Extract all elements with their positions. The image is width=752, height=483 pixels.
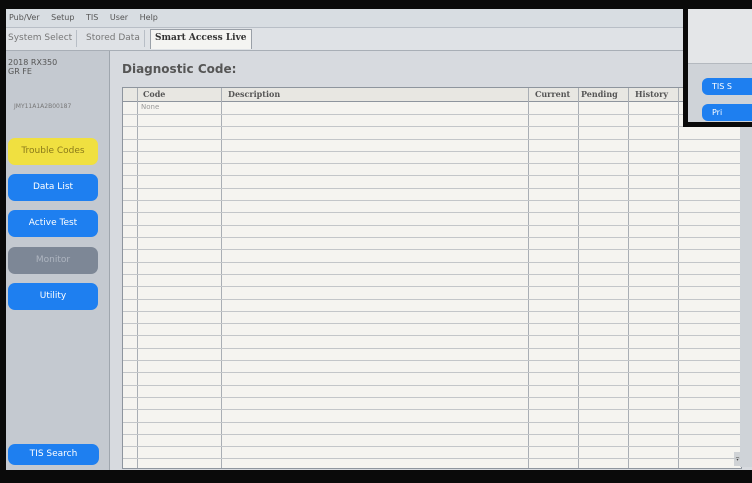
inset-screen: TIS S Pri [688,0,752,122]
monitor-bezel-left [0,0,6,483]
table-row [123,385,741,386]
table-column-line [137,88,138,468]
table-row [123,446,741,447]
active-test-button[interactable]: Active Test [8,210,98,237]
table-column-line [528,88,529,468]
utility-button[interactable]: Utility [8,283,98,310]
table-column-line [578,88,579,468]
table-row [123,262,741,263]
vehicle-info: 2018 RX350 GR FE [8,58,57,76]
menu-bar: Pub/Ver Setup TIS User Help [6,9,752,28]
table-row [123,212,741,213]
vehicle-engine: GR FE [8,67,32,76]
table-row [123,163,741,164]
table-column-line [221,88,222,468]
table-row [123,335,741,336]
table-row [123,188,741,189]
monitor-button[interactable]: Monitor [8,247,98,274]
table-column-line [628,88,629,468]
inset-tis-button[interactable]: TIS S [702,78,752,95]
table-row [123,360,741,361]
menu-pubver[interactable]: Pub/Ver [9,13,40,22]
table-row [123,372,741,373]
page-title: Diagnostic Code: [122,62,237,76]
table-row [123,323,741,324]
col-code[interactable]: Code [143,89,165,99]
tis-search-button[interactable]: TIS Search [8,444,99,465]
col-history[interactable]: History [635,89,668,99]
tab-bar: System Select Stored Data Smart Access L… [6,28,752,51]
inset-overlay: TIS S Pri [683,0,752,127]
table-row [123,348,741,349]
vin-number: JMY11A1A2B00187 [14,103,72,110]
vehicle-model: 2018 RX350 [8,58,58,67]
trouble-codes-button[interactable]: Trouble Codes [8,138,98,165]
table-row [123,126,741,127]
tab-stored-data[interactable]: Stored Data [82,30,145,47]
table-row [123,311,741,312]
menu-user[interactable]: User [110,13,128,22]
table-row [123,299,741,300]
monitor-bezel-bottom [0,470,752,483]
table-row [123,237,741,238]
table-row [123,139,741,140]
inset-print-button[interactable]: Pri [702,104,752,121]
table-row [123,225,741,226]
scrollbar[interactable] [740,87,752,467]
menu-setup[interactable]: Setup [51,13,74,22]
table-row [123,175,741,176]
tab-smart-access-live[interactable]: Smart Access Live [150,29,252,49]
main-panel: Diagnostic Code: Code Description Curren… [110,51,752,470]
table-row [123,249,741,250]
scan-tool-screen: Pub/Ver Setup TIS User Help System Selec… [0,0,752,483]
menu-help[interactable]: Help [140,13,158,22]
table-row [123,200,741,201]
dtc-table[interactable]: Code Description Current Pending History… [122,87,742,469]
monitor-bezel-top [0,0,752,9]
sidebar: 2018 RX350 GR FE JMY11A1A2B00187 Trouble… [6,51,110,470]
table-row [123,114,741,115]
table-row [123,397,741,398]
table-row [123,274,741,275]
table-header: Code Description Current Pending History [123,88,741,102]
table-row [123,458,741,459]
table-column-line [678,88,679,468]
table-row [123,409,741,410]
col-current[interactable]: Current [535,89,570,99]
code-cell: None [141,103,160,111]
table-row [123,422,741,423]
col-description[interactable]: Description [228,89,280,99]
menu-tis[interactable]: TIS [86,13,98,22]
data-list-button[interactable]: Data List [8,174,98,201]
col-pending[interactable]: Pending [581,89,618,99]
table-row [123,434,741,435]
table-row [123,151,741,152]
inset-header [688,0,752,64]
tab-system-select[interactable]: System Select [4,30,78,47]
table-row [123,286,741,287]
